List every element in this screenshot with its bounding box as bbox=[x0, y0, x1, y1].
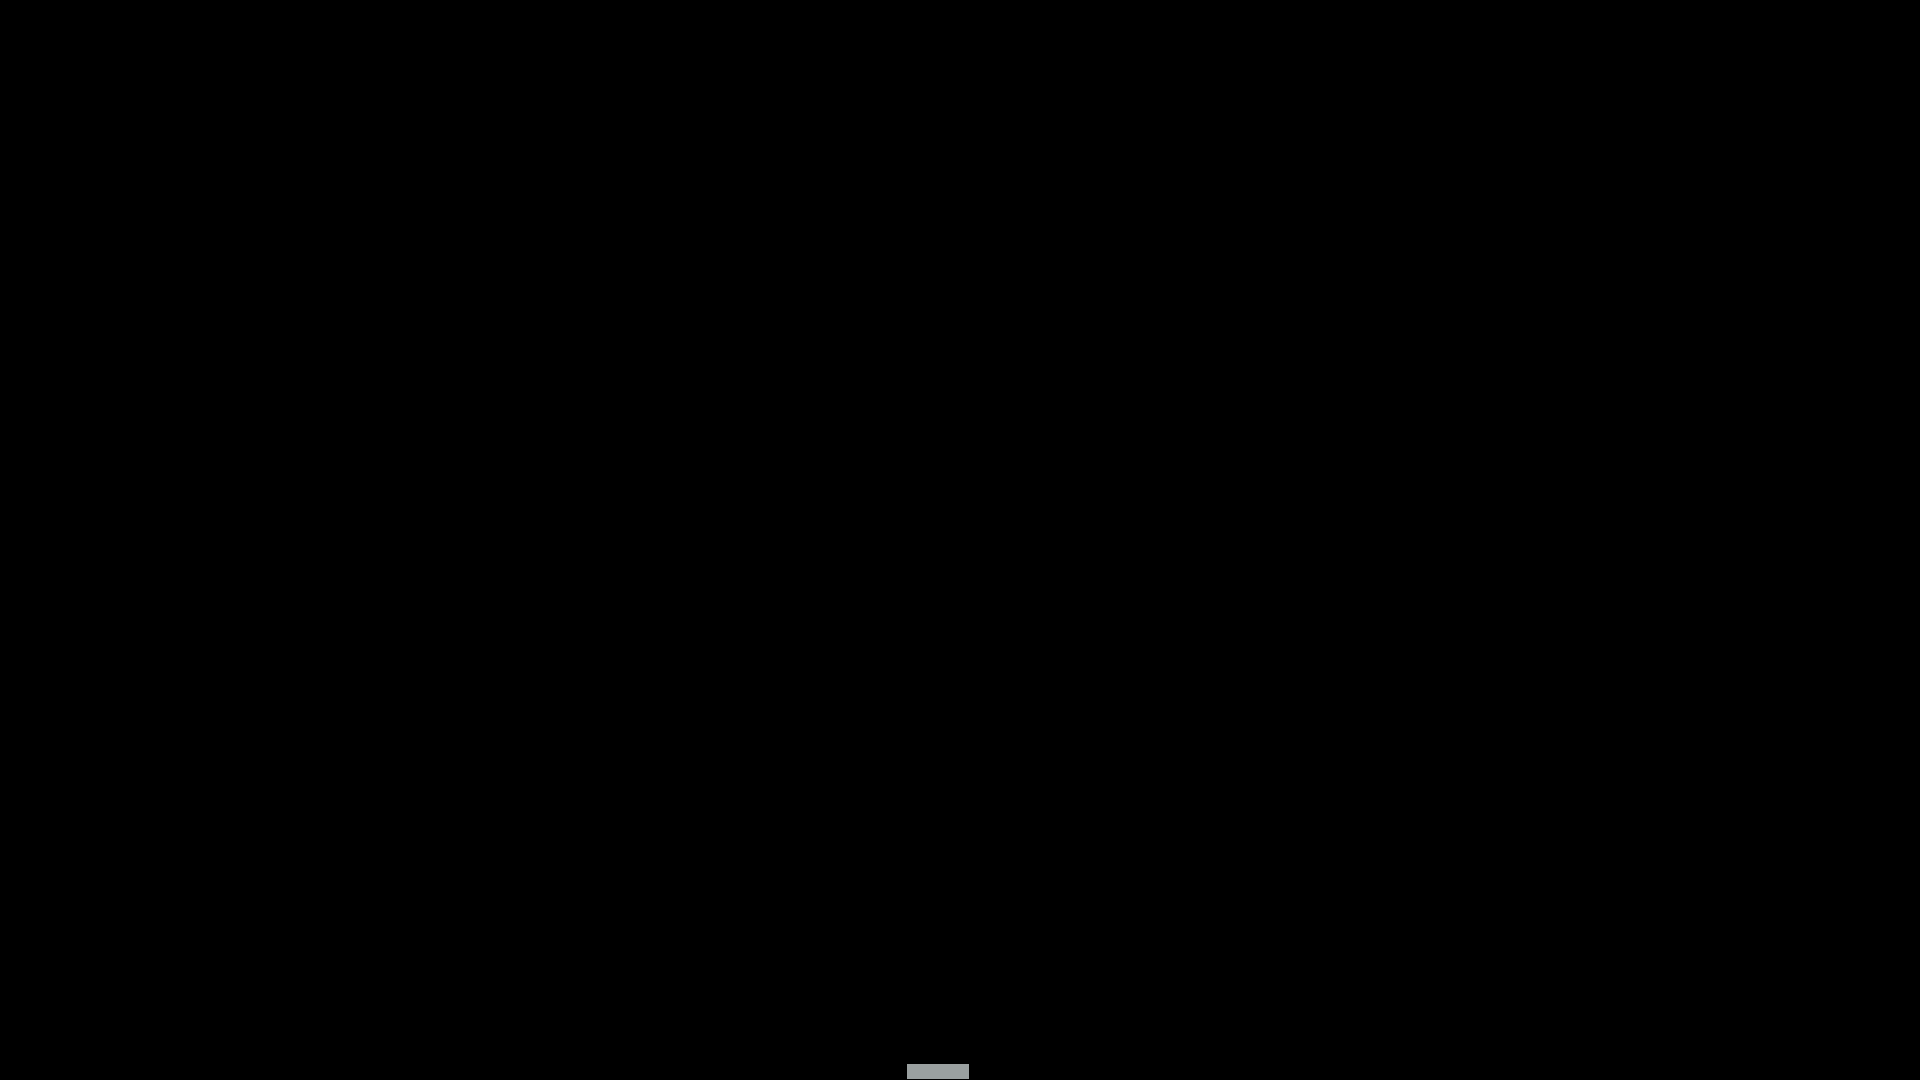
chart-canvas[interactable] bbox=[0, 0, 1920, 1080]
macd-toggle-button[interactable] bbox=[907, 1064, 969, 1079]
trading-app-window bbox=[0, 0, 1920, 1080]
